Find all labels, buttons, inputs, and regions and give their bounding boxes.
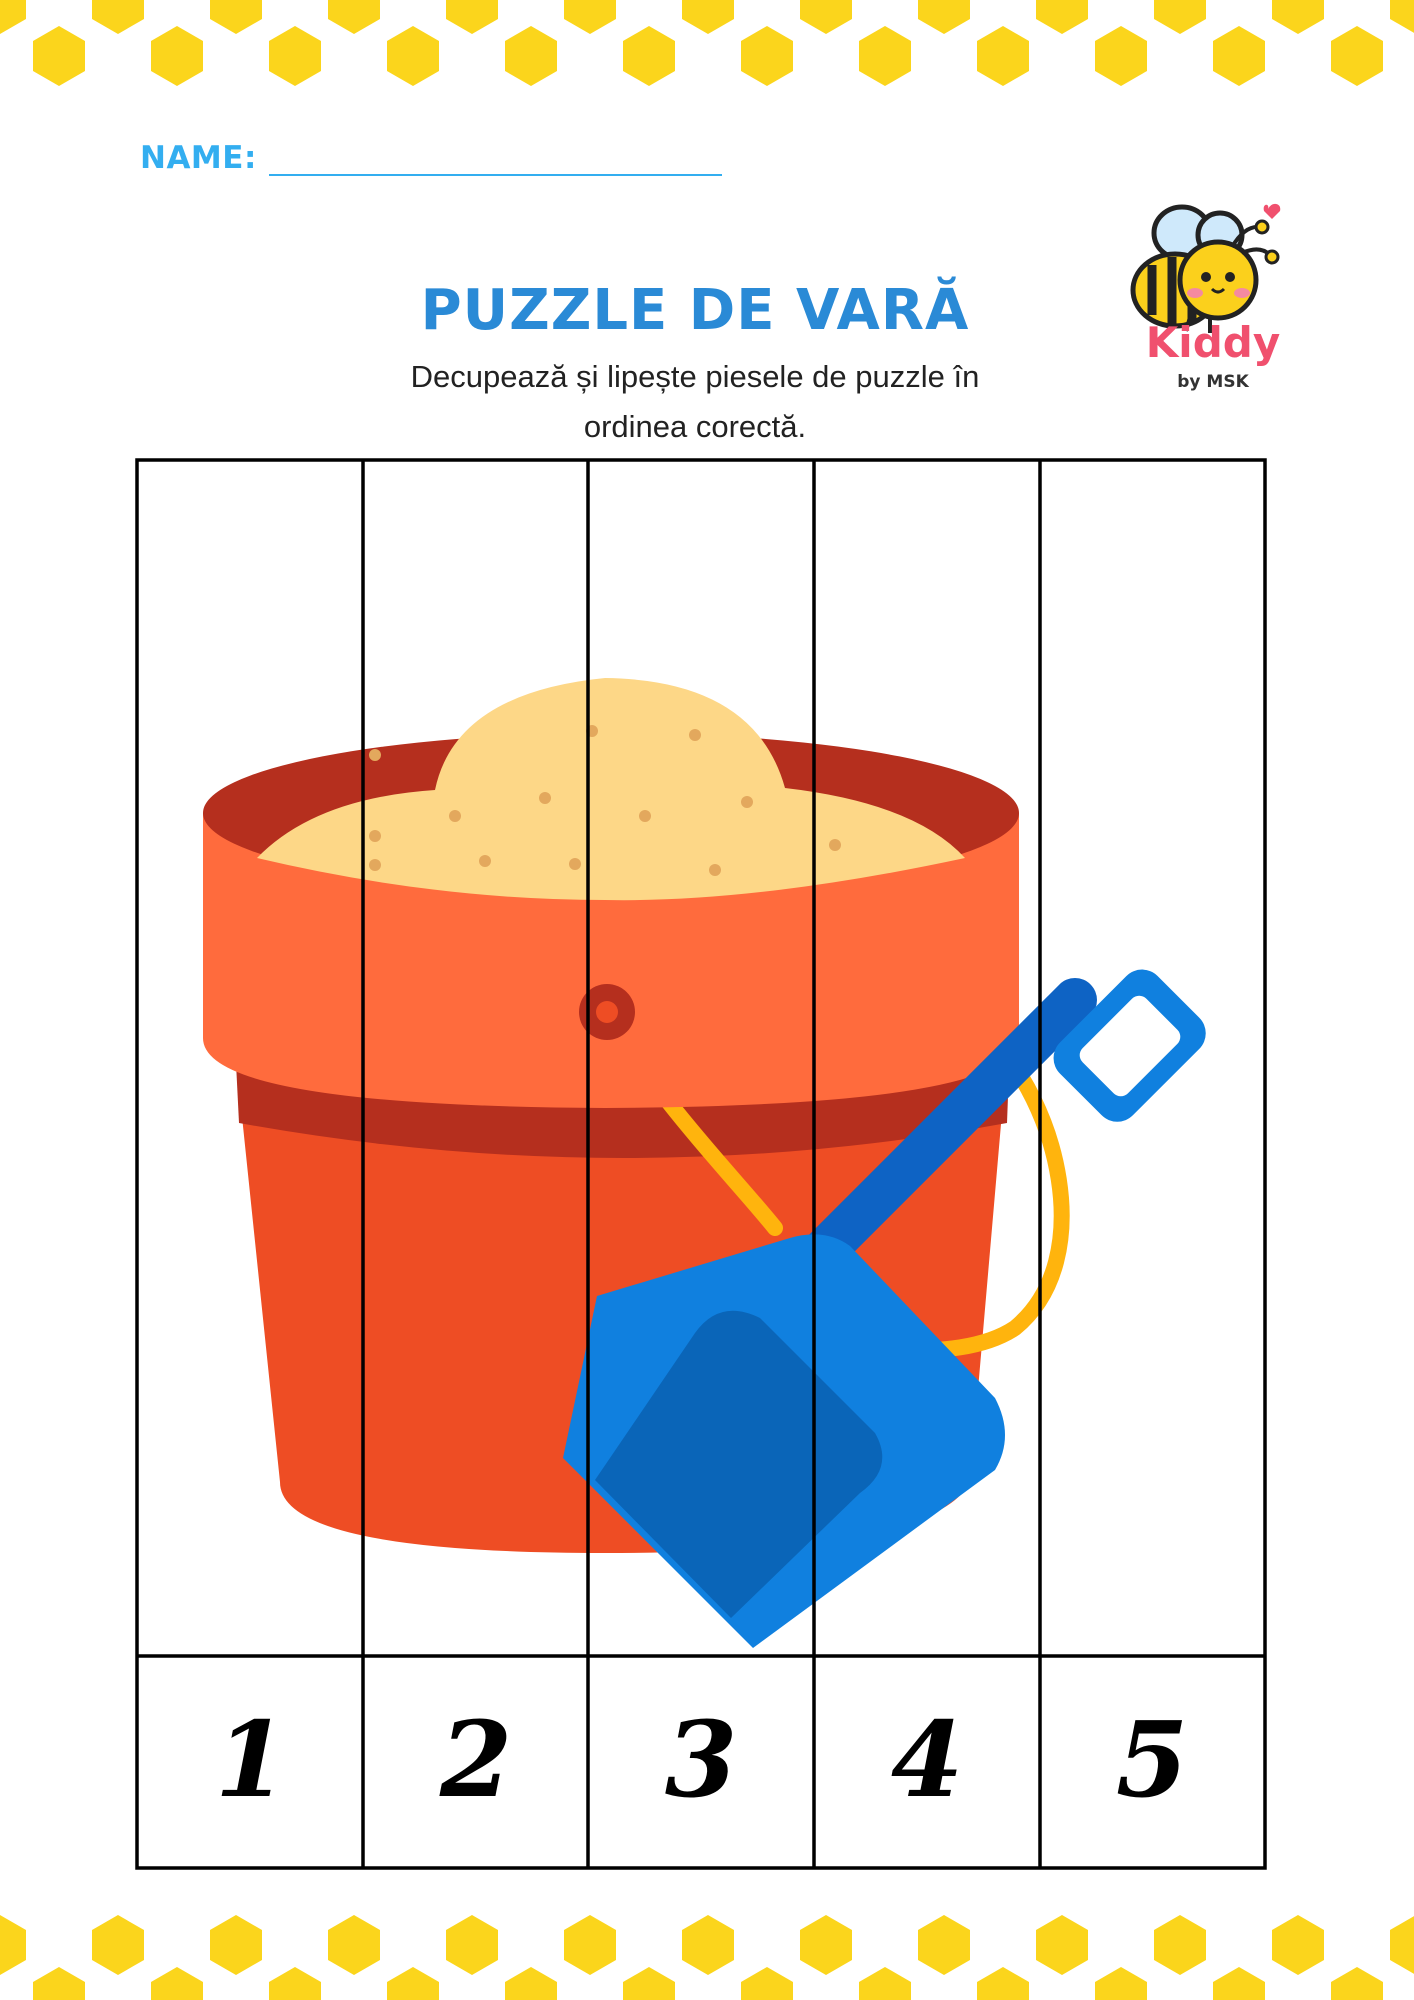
honeycomb-cell — [387, 1967, 439, 2000]
honeycomb-cell — [1036, 0, 1088, 34]
honeycomb-cell — [1272, 0, 1324, 34]
honeycomb-cell — [682, 0, 734, 34]
honeycomb-cell — [269, 26, 321, 86]
honeycomb-cell — [1331, 1967, 1383, 2000]
piece-number-1: 1 — [215, 1698, 287, 1821]
honeycomb-cell — [1036, 1915, 1088, 1975]
honeycomb-cell — [800, 1915, 852, 1975]
honeycomb-cell — [741, 1967, 793, 2000]
honeycomb-cell — [1272, 1915, 1324, 1975]
honeycomb-cell — [1095, 26, 1147, 86]
honeycomb-cell — [446, 0, 498, 34]
honeycomb-cell — [387, 26, 439, 86]
honeycomb-cell — [92, 1915, 144, 1975]
instructions-line-1: Decupează și lipește piesele de puzzle î… — [410, 359, 980, 394]
piece-number-5: 5 — [1116, 1698, 1188, 1821]
honeycomb-bottom-border — [0, 1915, 1414, 2000]
honeycomb-cell — [859, 1967, 911, 2000]
honeycomb-cell — [269, 1967, 321, 2000]
honeycomb-cell — [977, 1967, 1029, 2000]
honeycomb-cell — [151, 26, 203, 86]
honeycomb-cell — [800, 0, 852, 34]
piece-number-4: 4 — [891, 1698, 963, 1821]
honeycomb-cell — [151, 1967, 203, 2000]
honeycomb-cell — [446, 1915, 498, 1975]
instructions: Decupează și lipește piesele de puzzle î… — [300, 352, 1090, 452]
honeycomb-cell — [33, 1967, 85, 2000]
honeycomb-cell — [564, 0, 616, 34]
honeycomb-cell — [1331, 26, 1383, 86]
honeycomb-cell — [210, 0, 262, 34]
piece-number-2: 2 — [439, 1698, 512, 1821]
puzzle-grid: 1 2 3 4 5 — [135, 458, 1267, 1870]
honeycomb-cell — [0, 1915, 26, 1975]
honeycomb-cell — [1213, 1967, 1265, 2000]
brand-sub: by MSK — [1177, 372, 1249, 392]
brand-name: Kiddy — [1145, 318, 1281, 367]
honeycomb-cell — [505, 1967, 557, 2000]
honeycomb-cell — [682, 1915, 734, 1975]
honeycomb-cell — [328, 1915, 380, 1975]
honeycomb-cell — [918, 1915, 970, 1975]
honeycomb-cell — [1390, 1916, 1414, 1974]
honeycomb-cell — [623, 26, 675, 86]
name-field: NAME: — [140, 138, 722, 176]
honeycomb-top-border — [0, 0, 1414, 86]
honeycomb-cell — [623, 1967, 675, 2000]
honeycomb-cell — [1095, 1967, 1147, 2000]
name-label: NAME: — [140, 140, 257, 176]
honeycomb-cell — [92, 0, 144, 34]
page-title: PUZZLE DE VARĂ — [420, 278, 970, 343]
honeycomb-cell — [1154, 1915, 1206, 1975]
honeycomb-cell — [328, 0, 380, 34]
honeycomb-cell — [564, 1915, 616, 1975]
honeycomb-cell — [33, 26, 85, 86]
honeycomb-cell — [1154, 0, 1206, 34]
honeycomb-cell — [977, 26, 1029, 86]
honeycomb-cell — [918, 0, 970, 34]
honeycomb-cell — [210, 1915, 262, 1975]
honeycomb-cell — [741, 26, 793, 86]
honeycomb-cell — [1390, 0, 1414, 33]
honeycomb-cell — [0, 0, 26, 34]
instructions-line-2: ordinea corectă. — [583, 409, 807, 444]
sand-bucket-and-shovel-image — [203, 678, 1206, 1648]
piece-number-3: 3 — [665, 1698, 737, 1821]
name-line[interactable] — [268, 138, 722, 176]
honeycomb-cell — [859, 26, 911, 86]
honeycomb-cell — [1213, 26, 1265, 86]
honeycomb-cell — [505, 26, 557, 86]
